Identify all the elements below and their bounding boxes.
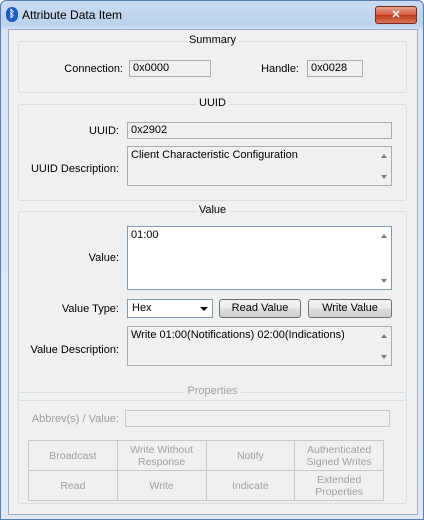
scroll-up-icon[interactable] [381, 334, 387, 338]
summary-title: Summary [185, 34, 240, 46]
connection-field[interactable]: 0x0000 [129, 60, 211, 77]
properties-group: Properties Abbrev(s) / Value: Broadcast … [18, 385, 407, 504]
scroll-down-icon[interactable] [381, 279, 387, 283]
scroll-up-icon[interactable] [381, 154, 387, 158]
handle-field[interactable]: 0x0028 [307, 60, 363, 77]
handle-label: Handle: [261, 63, 299, 75]
value-description-field[interactable]: Write 01:00(Notifications) 02:00(Indicat… [127, 326, 392, 366]
scroll-down-icon[interactable] [381, 355, 387, 359]
scroll-up-icon[interactable] [381, 234, 387, 238]
value-label: Value: [88, 252, 119, 264]
uuid-description-label: UUID Description: [30, 163, 119, 175]
value-description-text: Write 01:00(Notifications) 02:00(Indicat… [131, 329, 345, 341]
uuid-description-field[interactable]: Client Characteristic Configuration [127, 146, 392, 186]
scroll-down-icon[interactable] [381, 175, 387, 179]
property-write-without-response: Write Without Response [116, 440, 207, 471]
read-value-button[interactable]: Read Value [219, 299, 301, 318]
property-authenticated-signed-writes: Authenticated Signed Writes [294, 440, 384, 471]
property-broadcast: Broadcast [28, 440, 118, 471]
uuid-description-text: Client Characteristic Configuration [131, 149, 298, 161]
abbrev-field [125, 410, 390, 427]
properties-row: Broadcast Write Without Response Notify … [28, 440, 384, 471]
vertical-scrollbar[interactable] [377, 328, 390, 364]
value-type-select[interactable]: Hex [127, 299, 213, 318]
uuid-title: UUID [196, 97, 229, 109]
value-group: Value Value: 01:00 Value Type: Hex Read … [18, 204, 407, 401]
properties-table: Broadcast Write Without Response Notify … [28, 440, 384, 501]
value-text: 01:00 [131, 229, 159, 241]
property-notify: Notify [205, 440, 296, 471]
vertical-scrollbar[interactable] [377, 228, 390, 288]
property-read: Read [28, 470, 118, 501]
property-write: Write [116, 470, 207, 501]
dialog-body: Summary Connection: 0x0000 Handle: 0x002… [8, 29, 418, 515]
value-type-label: Value Type: [61, 303, 119, 315]
chevron-down-icon[interactable] [200, 307, 208, 311]
value-description-label: Value Description: [30, 344, 119, 356]
property-extended-properties: Extended Properties [294, 470, 384, 501]
bluetooth-icon: ᛒ [6, 7, 18, 22]
title-bar[interactable]: ᛒ Attribute Data Item ✕ [1, 1, 423, 29]
summary-group: Summary Connection: 0x0000 Handle: 0x002… [18, 34, 407, 93]
window-title: Attribute Data Item [22, 8, 123, 22]
close-button[interactable]: ✕ [375, 6, 417, 24]
property-indicate: Indicate [205, 470, 296, 501]
value-title: Value [195, 204, 230, 216]
vertical-scrollbar[interactable] [377, 148, 390, 184]
uuid-group: UUID UUID: 0x2902 UUID Description: Clie… [18, 97, 407, 201]
properties-title: Properties [184, 385, 241, 397]
value-type-selected: Hex [132, 302, 152, 314]
abbrev-label: Abbrev(s) / Value: [31, 413, 119, 425]
uuid-label: UUID: [89, 125, 119, 137]
write-value-button[interactable]: Write Value [308, 299, 392, 318]
uuid-field[interactable]: 0x2902 [127, 122, 392, 139]
properties-row: Read Write Indicate Extended Properties [28, 470, 384, 501]
value-input[interactable]: 01:00 [127, 226, 392, 290]
connection-label: Connection: [64, 63, 123, 75]
attribute-data-item-window: ᛒ Attribute Data Item ✕ Summary Connecti… [0, 0, 424, 520]
